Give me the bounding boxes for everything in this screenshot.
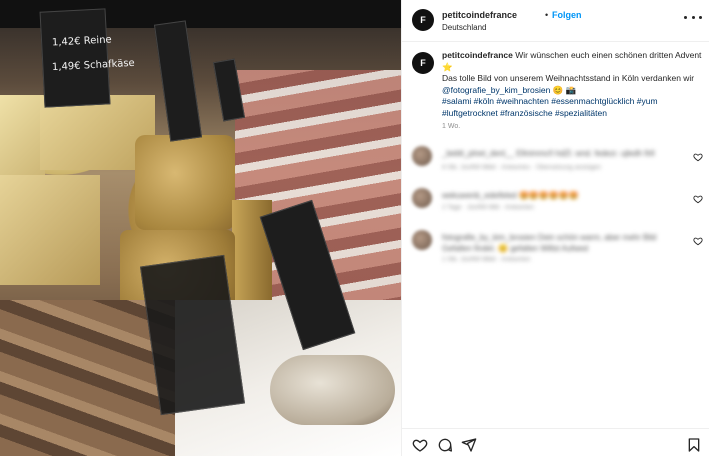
comment-item: wekuwenb_edeifeled 🤩🤩🤩🤩🤩🤩 2 Tage · 1kofW… xyxy=(412,182,704,224)
caption-username[interactable]: petitcoindefrance xyxy=(442,50,513,60)
avatar[interactable]: F xyxy=(412,9,434,31)
comment-list: _beblt_plnet_denl__ Ellnimmcñ hdZl. wnd.… xyxy=(412,140,704,266)
comment-text: wekuwenb_edeifeled 🤩🤩🤩🤩🤩🤩 xyxy=(442,191,579,200)
price-sign xyxy=(153,20,203,142)
hashtag-link[interactable]: #spezialitäten xyxy=(555,108,607,118)
commenter-avatar[interactable] xyxy=(412,146,432,166)
hashtag-link[interactable]: #essenmachtglücklich xyxy=(551,96,634,106)
comment-item: _beblt_plnet_denl__ Ellnimmcñ hdZl. wnd.… xyxy=(412,140,704,182)
post-header: F petitcoindefrance • Folgen Deutschland xyxy=(402,0,709,42)
hashtag-link[interactable]: #luftgetrocknet xyxy=(442,108,498,118)
hashtag-link[interactable]: #yum xyxy=(637,96,658,106)
heart-icon[interactable] xyxy=(412,437,428,453)
cheese-wheel xyxy=(135,135,235,230)
caption-emoji: 😊 📸 xyxy=(550,84,577,95)
like-comment-heart-icon[interactable] xyxy=(693,236,703,246)
post-caption: F petitcoindefrance Wir wünschen euch ei… xyxy=(412,50,702,130)
comment-meta: 8 Stk. 1kofWi Mbkl · Antwortes · Überset… xyxy=(442,164,601,171)
post-timestamp[interactable]: 1 Wo. xyxy=(442,123,702,130)
comment-item: fotografie_by_kim_brosien Dein schön war… xyxy=(412,224,704,266)
commenter-avatar[interactable] xyxy=(412,188,432,208)
share-icon[interactable] xyxy=(461,437,477,453)
more-options-icon[interactable] xyxy=(684,10,702,24)
avatar[interactable]: F xyxy=(412,52,434,74)
caption-line: Das tolle Bild von unserem Weihnachtssta… xyxy=(442,73,695,83)
price-sign xyxy=(39,8,111,108)
hashtag-link[interactable]: #französische xyxy=(500,108,552,118)
commenter-avatar[interactable] xyxy=(412,230,432,250)
location-link[interactable]: Deutschland xyxy=(442,23,486,32)
separator-dot: • xyxy=(545,10,549,20)
post-side-panel: F petitcoindefrance • Folgen Deutschland… xyxy=(401,0,709,456)
mention-link[interactable]: @fotografie_by_kim_brosien xyxy=(442,85,550,95)
hashtag-link[interactable]: #salami xyxy=(442,96,471,106)
like-comment-heart-icon[interactable] xyxy=(693,152,703,162)
caption-text: petitcoindefrance Wir wünschen euch eine… xyxy=(442,50,702,119)
header-username[interactable]: petitcoindefrance xyxy=(442,10,517,20)
like-comment-heart-icon[interactable] xyxy=(693,194,703,204)
comment-text: _beblt_plnet_denl__ Ellnimmcñ hdZl. wnd.… xyxy=(442,149,655,158)
comment-text: fotografie_by_kim_brosien Dein schön war… xyxy=(442,233,657,253)
bookmark-icon[interactable] xyxy=(686,437,702,453)
hashtag-link[interactable]: #köln xyxy=(474,96,494,106)
follow-button[interactable]: Folgen xyxy=(552,10,582,20)
price-sign xyxy=(212,58,246,122)
cheese-block xyxy=(0,175,100,285)
avatar-logo-icon: F xyxy=(420,15,426,25)
post-image[interactable]: 1,42€ Reine 1,49€ Schafkäse xyxy=(0,0,401,456)
post-action-bar xyxy=(402,428,709,456)
salami xyxy=(270,355,395,425)
comment-meta: 1 Stk. 1kofWi Mbkl · Antworten xyxy=(442,256,531,263)
hashtag-link[interactable]: #weihnachten xyxy=(496,96,548,106)
avatar-logo-icon: F xyxy=(420,58,426,68)
comment-icon[interactable] xyxy=(437,437,453,453)
comment-meta: 2 Tage · 1kofWi Mbl · Antworten xyxy=(442,204,535,211)
